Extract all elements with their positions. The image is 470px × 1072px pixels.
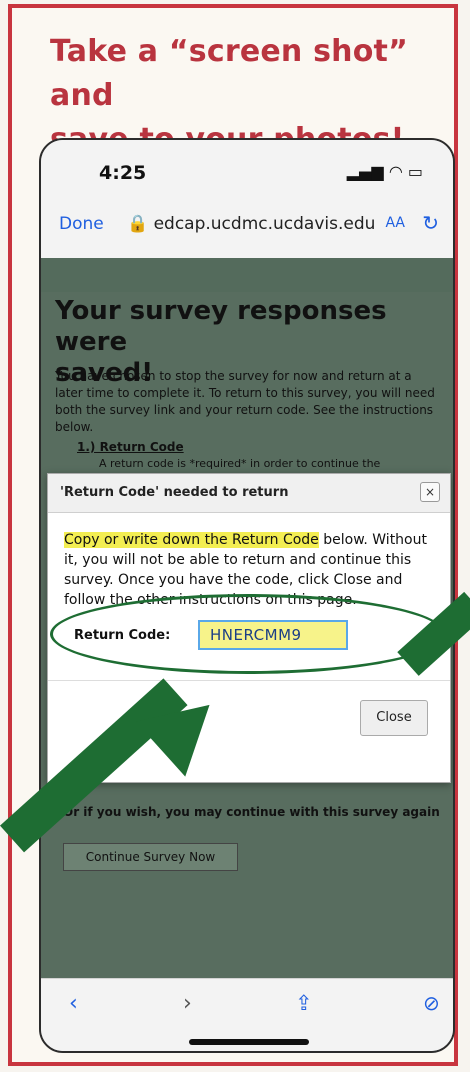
wifi-icon: ◠	[388, 162, 403, 181]
forward-icon[interactable]: ›	[183, 991, 192, 1016]
return-code-field[interactable]: HNERCMM9	[198, 620, 348, 650]
highlighted-instruction: Copy or write down the Return Code	[64, 532, 319, 548]
close-button[interactable]: Close	[360, 700, 428, 736]
continue-survey-button[interactable]: Continue Survey Now	[63, 843, 238, 871]
phone-screenshot: 4:25 ▂▄▆ ◠ ▭ Done 🔒 edcap.ucdmc.ucdavis.…	[39, 138, 455, 1053]
web-header-band	[41, 258, 453, 292]
compass-icon[interactable]: ⊘	[423, 991, 440, 1015]
signal-icon: ▂▄▆	[346, 162, 384, 181]
status-icons: ▂▄▆ ◠ ▭	[347, 162, 423, 181]
done-button[interactable]: Done	[59, 214, 104, 234]
return-code-note: A return code is *required* in order to …	[99, 457, 381, 470]
status-bar: 4:25 ▂▄▆ ◠ ▭	[41, 140, 453, 196]
share-icon[interactable]: ⇪	[295, 991, 313, 1015]
battery-icon: ▭	[407, 162, 423, 181]
return-code-label: Return Code:	[74, 628, 171, 643]
status-time: 4:25	[99, 162, 147, 184]
home-indicator[interactable]	[189, 1039, 309, 1045]
instruction-headline-line1: Take a “screen shot” and	[50, 34, 408, 113]
web-content: Your survey responses were saved! You ha…	[41, 258, 453, 978]
survey-instructions-text: You have chosen to stop the survey for n…	[55, 369, 435, 434]
outer-frame: Take a “screen shot” and save to your ph…	[0, 4, 470, 1066]
dialog-divider	[48, 680, 450, 681]
dialog-title: 'Return Code' needed to return	[60, 485, 289, 500]
reload-icon[interactable]: ↻	[422, 211, 439, 235]
browser-bottom-toolbar: ‹ › ⇪ ⊘	[41, 978, 453, 1051]
continue-survey-text: Or if you wish, you may continue with th…	[63, 805, 440, 819]
return-code-row: Return Code: HNERCMM9	[66, 614, 436, 662]
dialog-close-icon[interactable]: ×	[420, 482, 440, 502]
return-code-heading: 1.) Return Code	[77, 440, 184, 454]
text-size-button[interactable]: AA	[385, 215, 405, 231]
lock-icon: 🔒	[127, 214, 149, 234]
back-icon[interactable]: ‹	[69, 991, 78, 1016]
dialog-header: 'Return Code' needed to return ×	[48, 474, 450, 513]
url-field[interactable]: 🔒 edcap.ucdmc.ucdavis.edu	[127, 214, 375, 234]
survey-saved-title-line1: Your survey responses were	[55, 296, 387, 357]
browser-toolbar: Done 🔒 edcap.ucdmc.ucdavis.edu AA ↻	[41, 196, 453, 259]
url-text: edcap.ucdmc.ucdavis.edu	[153, 214, 376, 234]
